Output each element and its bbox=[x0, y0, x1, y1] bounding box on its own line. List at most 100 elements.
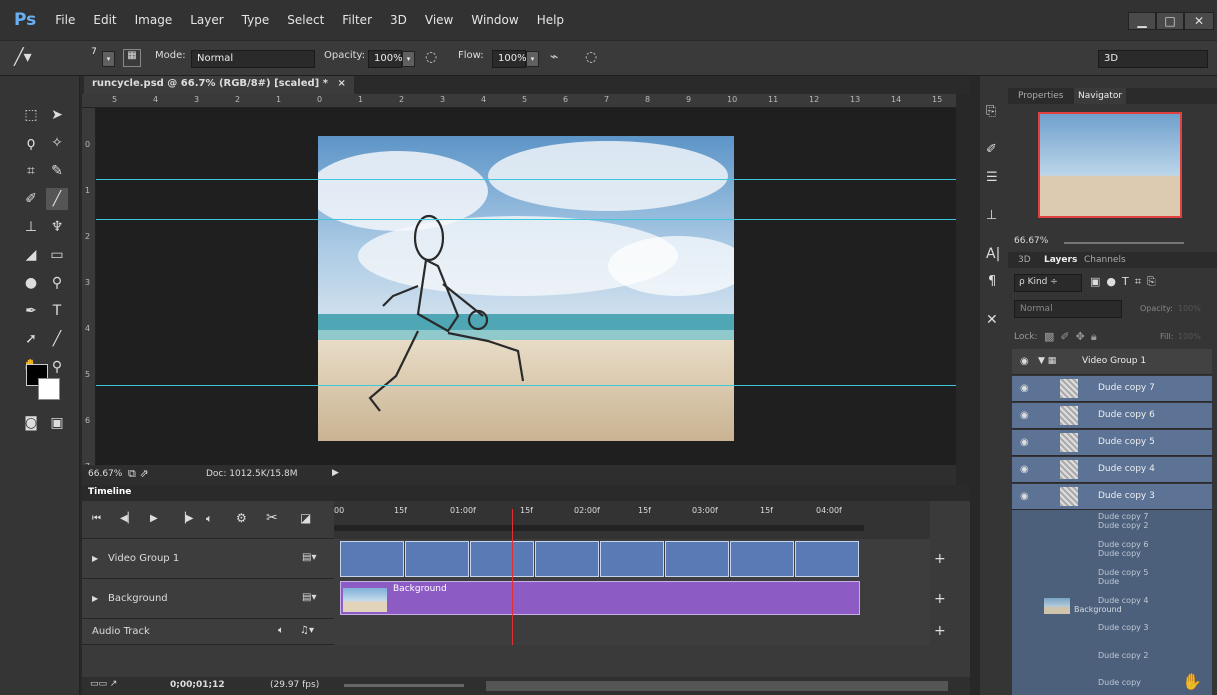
video-clip[interactable] bbox=[340, 541, 404, 577]
paragraph-panel-icon[interactable]: ¶ bbox=[988, 274, 996, 289]
navigator-zoom[interactable]: 66.67% bbox=[1014, 236, 1048, 246]
video-clip[interactable] bbox=[665, 541, 729, 577]
line-tool-icon[interactable]: ╱ bbox=[46, 328, 68, 350]
background-clip[interactable]: Background bbox=[340, 581, 860, 615]
visibility-eye-icon[interactable]: ◉ bbox=[1020, 383, 1029, 394]
layer-opacity-value[interactable]: 100% bbox=[1178, 304, 1201, 313]
layer-filter-icons[interactable]: ▣●T⌗⎘ bbox=[1090, 275, 1162, 289]
layer-row[interactable]: ◉ Dude copy 4 bbox=[1012, 457, 1212, 483]
flow-input[interactable]: 100% bbox=[492, 50, 527, 68]
add-media-icon[interactable]: + bbox=[934, 551, 946, 567]
menu-view[interactable]: View bbox=[416, 13, 462, 27]
pressure-opacity-icon[interactable]: ◌ bbox=[425, 49, 437, 65]
guide-line[interactable] bbox=[96, 179, 956, 180]
current-time[interactable]: 0;00;01;12 bbox=[170, 680, 225, 690]
brush-panel-icon[interactable]: ▦ bbox=[123, 49, 141, 67]
screen-mode-icon[interactable]: ▣ bbox=[46, 412, 68, 434]
eraser-tool-icon[interactable]: ◢ bbox=[20, 244, 42, 266]
expand-arrow-icon[interactable]: ▶ bbox=[92, 554, 98, 563]
eyedropper-tool-icon[interactable]: ✎ bbox=[46, 160, 68, 182]
history-panel-icon[interactable]: ⎘ bbox=[986, 104, 996, 119]
close-button[interactable]: ✕ bbox=[1184, 12, 1214, 30]
menu-layer[interactable]: Layer bbox=[181, 13, 232, 27]
character-panel-icon[interactable]: A| bbox=[986, 246, 1000, 262]
zoom-tool-icon[interactable]: ⚲ bbox=[46, 356, 68, 378]
work-area-bar[interactable] bbox=[334, 525, 864, 531]
document-image[interactable] bbox=[318, 136, 734, 441]
document-tab[interactable]: runcycle.psd @ 66.7% (RGB/8#) [scaled] *… bbox=[84, 76, 354, 94]
navigator-zoom-slider[interactable] bbox=[1064, 242, 1184, 244]
video-clip[interactable] bbox=[405, 541, 469, 577]
tools-preset-icon[interactable]: ✕ bbox=[986, 312, 998, 328]
previous-frame-icon[interactable]: ◀▏ bbox=[120, 513, 135, 524]
tab-3d[interactable]: 3D bbox=[1018, 255, 1031, 265]
stamp-tool-icon[interactable]: ⊥ bbox=[20, 216, 42, 238]
crop-tool-icon[interactable]: ⌗ bbox=[20, 160, 42, 182]
visibility-eye-icon[interactable]: ◉ bbox=[1020, 491, 1029, 502]
visibility-eye-icon[interactable]: ◉ bbox=[1020, 437, 1029, 448]
add-media-icon[interactable]: + bbox=[934, 591, 946, 607]
path-selection-tool-icon[interactable]: ➚ bbox=[20, 328, 42, 350]
visibility-eye-icon[interactable]: ◉ bbox=[1020, 410, 1029, 421]
navigator-preview[interactable] bbox=[1038, 112, 1182, 218]
gradient-tool-icon[interactable]: ▭ bbox=[46, 244, 68, 266]
guide-line[interactable] bbox=[96, 385, 956, 386]
track-background[interactable]: ▶ Background ▤▾ bbox=[82, 579, 334, 619]
mute-audio-icon[interactable]: 🔈︎ bbox=[278, 625, 284, 636]
track-audio[interactable]: Audio Track 🔈︎ ♫▾ bbox=[82, 619, 334, 645]
workspace-select[interactable]: 3D bbox=[1098, 50, 1208, 68]
menu-edit[interactable]: Edit bbox=[84, 13, 125, 27]
time-ruler[interactable]: 00 15f 01:00f 15f 02:00f 15f 03:00f 15f … bbox=[334, 501, 930, 539]
menu-window[interactable]: Window bbox=[462, 13, 527, 27]
audio-note-icon[interactable]: ♫▾ bbox=[300, 625, 314, 636]
lock-icons[interactable]: ▩✐✥🔒︎ bbox=[1044, 330, 1103, 344]
settings-gear-icon[interactable]: ⚙ bbox=[236, 511, 247, 525]
visibility-eye-icon[interactable]: ◉ bbox=[1020, 464, 1029, 475]
tab-layers[interactable]: Layers bbox=[1044, 255, 1077, 265]
marquee-tool-icon[interactable]: ⬚ bbox=[20, 104, 42, 126]
split-scissors-icon[interactable]: ✂ bbox=[266, 510, 278, 526]
flow-arrow[interactable]: ▾ bbox=[526, 51, 539, 67]
history-brush-tool-icon[interactable]: ♆ bbox=[46, 216, 68, 238]
fill-value[interactable]: 100% bbox=[1178, 332, 1201, 341]
maximize-button[interactable]: □ bbox=[1156, 12, 1184, 30]
menu-help[interactable]: Help bbox=[528, 13, 573, 27]
clone-source-icon[interactable]: ⊥ bbox=[986, 208, 997, 223]
play-icon[interactable]: ▶ bbox=[150, 513, 158, 524]
brush-size[interactable]: 7 bbox=[88, 47, 100, 71]
adjustments-icon[interactable]: ☰ bbox=[986, 170, 998, 185]
tab-navigator[interactable]: Navigator bbox=[1074, 88, 1127, 104]
brush-presets-icon[interactable]: ✐ bbox=[986, 142, 997, 157]
zoom-level[interactable]: 66.67% bbox=[88, 469, 122, 479]
group-folder-icon[interactable]: ▼ ▦ bbox=[1038, 356, 1056, 366]
guide-line[interactable] bbox=[96, 219, 956, 220]
mode-select[interactable]: Normal bbox=[191, 50, 315, 68]
add-audio-icon[interactable]: + bbox=[934, 623, 946, 639]
tab-properties[interactable]: Properties bbox=[1018, 91, 1063, 101]
expand-arrow-icon[interactable]: ▶ bbox=[92, 594, 98, 603]
video-clip[interactable] bbox=[795, 541, 859, 577]
brush-picker-arrow[interactable]: ▾ bbox=[102, 51, 115, 67]
pen-tool-icon[interactable]: ✒ bbox=[20, 300, 42, 322]
tab-channels[interactable]: Channels bbox=[1084, 255, 1126, 265]
render-video-icon[interactable]: ▭▭ ↗ bbox=[90, 679, 117, 689]
export-icon[interactable]: ⧉ ⇗ bbox=[128, 467, 149, 481]
airbrush-icon[interactable]: ⌁ bbox=[550, 49, 558, 65]
blur-tool-icon[interactable]: ● bbox=[20, 272, 42, 294]
brush-tool-preset-icon[interactable]: ╱▾ bbox=[14, 47, 54, 71]
layer-group-row[interactable]: ◉ ▼ ▦ Video Group 1 bbox=[1012, 349, 1212, 375]
track-video-group[interactable]: ▶ Video Group 1 ▤▾ bbox=[82, 539, 334, 579]
video-clip[interactable] bbox=[730, 541, 794, 577]
zoom-slider[interactable] bbox=[344, 684, 464, 687]
layer-row[interactable]: ◉ Dude copy 7 bbox=[1012, 376, 1212, 402]
healing-brush-tool-icon[interactable]: ✐ bbox=[20, 188, 42, 210]
dodge-tool-icon[interactable]: ⚲ bbox=[46, 272, 68, 294]
magic-wand-tool-icon[interactable]: ✧ bbox=[46, 132, 68, 154]
minimize-button[interactable]: ▁ bbox=[1128, 12, 1156, 30]
layer-row[interactable]: ◉ Dude copy 6 bbox=[1012, 403, 1212, 429]
timeline-scrollbar[interactable] bbox=[486, 681, 948, 691]
menu-type[interactable]: Type bbox=[233, 13, 279, 27]
layer-row[interactable]: ◉ Dude copy 3 bbox=[1012, 484, 1212, 510]
blend-mode-select[interactable]: Normal bbox=[1014, 300, 1122, 318]
video-clip[interactable] bbox=[470, 541, 534, 577]
